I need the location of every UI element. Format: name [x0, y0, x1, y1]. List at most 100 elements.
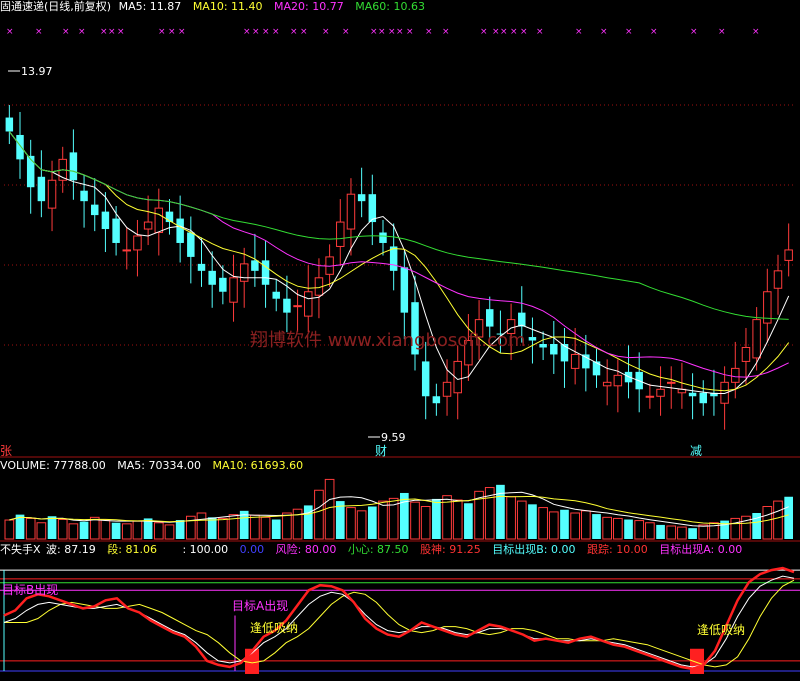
volume-bar-72 [773, 500, 783, 540]
cross-marker-4: × [100, 27, 108, 37]
cross-marker-5: × [108, 27, 116, 37]
cross-marker-8: × [168, 27, 176, 37]
volume-bar-14 [153, 522, 164, 540]
cross-marker-17: × [342, 27, 350, 37]
candle-body-33 [357, 194, 366, 202]
candle-body-48 [518, 312, 526, 327]
volume-bar-18 [196, 512, 207, 540]
candle-body-45 [486, 309, 494, 327]
cross-marker-23: × [425, 27, 433, 37]
volume-bar-39 [420, 506, 431, 540]
candle-body-3 [37, 176, 46, 202]
volume-bar-24 [260, 516, 271, 540]
top-cross-markers: × × × × × × × × × × × × × × × × × × × × × × × × × × × × × × × × × × × × × × [6, 27, 760, 37]
cross-marker-14: × [290, 27, 298, 37]
cross-marker-27: × [500, 27, 508, 37]
cross-marker-35: × [690, 27, 698, 37]
cross-marker-16: × [322, 27, 330, 37]
candle-body-31 [336, 221, 345, 247]
volume-bar-71 [762, 506, 773, 540]
candle-body-60 [645, 395, 655, 398]
price-gridlines [4, 104, 794, 346]
marker-cai: 财 [375, 444, 387, 458]
cross-marker-3: × [78, 27, 86, 37]
candle-body-10 [112, 218, 120, 243]
volume-ma10-line [9, 495, 789, 525]
candle-body-36 [389, 246, 398, 271]
volume-bar-29 [314, 489, 324, 540]
volume-bar-38 [410, 501, 420, 540]
low-label: 9.59 [381, 431, 406, 444]
candle-body-18 [197, 263, 206, 271]
candle-body-70 [752, 319, 761, 359]
cross-marker-34: × [650, 27, 658, 37]
volume-bar-62 [666, 525, 677, 540]
volume-bar-60 [645, 522, 655, 540]
volume-bar-51 [548, 511, 559, 540]
volume-bar-5 [57, 519, 68, 540]
candle-body-1 [16, 134, 24, 160]
volume-bar-33 [356, 510, 367, 540]
volume-bar-47 [506, 496, 516, 540]
watermark: 翔博软件 www.xiangbosoft.com [250, 330, 526, 351]
candle-body-37 [400, 267, 409, 313]
cross-marker-18: × [370, 27, 378, 37]
candle-body-21 [229, 277, 238, 303]
fengdi-block-2 [690, 648, 704, 674]
ann-mubiao-b: 目标B出现 [2, 583, 58, 597]
candle-body-11 [122, 249, 132, 252]
candle-body-39 [421, 361, 430, 397]
candle-body-57 [613, 374, 623, 387]
volume-bar-17 [185, 515, 196, 540]
high-label: 13.97 [21, 65, 53, 78]
cross-marker-11: × [252, 27, 260, 37]
volume-bar-16 [175, 520, 185, 539]
candle-body-26 [283, 298, 291, 313]
candle-body-35 [379, 232, 387, 243]
candle-body-50 [539, 344, 547, 348]
volume-bar-40 [432, 498, 441, 539]
candle-body-2 [26, 155, 35, 188]
volume-bar-52 [560, 509, 569, 539]
volume-bar-30 [324, 478, 335, 540]
candle-body-54 [582, 354, 590, 369]
volume-bar-34 [367, 506, 377, 539]
volume-bar-43 [464, 503, 473, 539]
chart-stage: × × × × × × × × × × × × × × × × × × × × × × × × × × × × × × × × × × × × × × 1… [0, 27, 800, 674]
volume-bar-48 [516, 500, 527, 540]
cross-marker-33: × [625, 27, 633, 37]
candle-body-73 [784, 249, 793, 261]
volume-bar-20 [218, 517, 228, 540]
candle-body-17 [187, 232, 195, 257]
cross-marker-37: × [752, 27, 760, 37]
volume-bar-42 [452, 499, 463, 540]
cross-marker-28: × [510, 27, 518, 37]
volume-bar-8 [89, 516, 100, 540]
candle-body-69 [741, 346, 751, 362]
volume-bar-64 [688, 528, 697, 539]
candle-body-13 [143, 221, 153, 230]
cross-marker-6: × [117, 27, 125, 37]
cross-marker-7: × [158, 27, 166, 37]
cross-marker-9: × [178, 27, 186, 37]
candle-body-14 [154, 207, 164, 234]
volume-bar-54 [580, 510, 591, 540]
volume-bar-26 [282, 512, 292, 540]
candle-body-27 [293, 305, 302, 308]
cross-marker-30: × [536, 27, 544, 37]
volume-bar-32 [346, 507, 356, 540]
candle-body-4 [47, 179, 57, 209]
candle-body-51 [550, 344, 558, 355]
candle-body-22 [239, 263, 249, 282]
cross-marker-19: × [378, 27, 386, 37]
candle-body-62 [666, 381, 676, 384]
ann-mubiao-a: 目标A出现 [232, 599, 288, 613]
candle-body-7 [80, 190, 88, 202]
moving-averages [8, 131, 790, 394]
candle-body-20 [219, 277, 227, 292]
indicator-bo-line [3, 566, 795, 671]
cross-marker-15: × [300, 27, 308, 37]
candle-body-34 [368, 194, 377, 223]
volume-bar-3 [36, 522, 47, 540]
indicator-slow-line [4, 579, 795, 668]
